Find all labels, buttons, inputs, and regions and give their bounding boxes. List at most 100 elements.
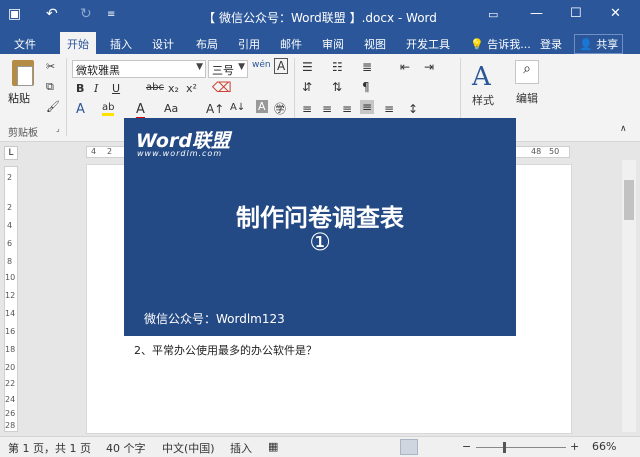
cut-icon[interactable]: ✂ [46,60,55,73]
font-name-select[interactable]: 微软雅黑 ▼ [72,60,206,78]
text-effects-icon[interactable]: A [76,102,85,117]
restore-button[interactable]: ☐ [570,6,582,21]
ruler-mark: 14 [5,309,16,318]
tab-insert[interactable]: 插入 [110,36,132,52]
redo-icon[interactable]: ↻ [80,6,92,22]
character-shading-icon[interactable]: A [256,100,268,113]
document-text[interactable]: 2、平常办公使用最多的办公软件是？ [134,342,317,358]
language-indicator[interactable]: 中文(中国) [162,440,215,456]
read-mode-icon[interactable] [366,439,384,455]
ruler-mark: 10 [5,273,16,282]
font-size-select[interactable]: 三号 ▼ [208,60,248,78]
ribbon-display-icon[interactable]: ▭ [488,8,498,21]
tell-me-label: 告诉我... [487,38,531,51]
chevron-down-icon: ▼ [238,62,245,72]
collapse-ribbon-icon[interactable]: ∧ [620,124,627,134]
bullets-icon[interactable]: ☰ [302,60,313,74]
login-link[interactable]: 登录 [540,36,562,52]
logo-url: www.wordlm.com [137,149,223,158]
card-number: ① [309,228,331,256]
line-spacing-icon[interactable]: ↕ [408,102,418,116]
styles-label[interactable]: 样式 [472,92,494,108]
ruler-mark: 50 [549,147,560,156]
align-right-icon[interactable]: ≡ [342,102,352,116]
tab-developer[interactable]: 开发工具 [406,36,450,52]
decrease-indent-icon[interactable]: ⇤ [400,60,410,74]
zoom-slider[interactable] [476,447,566,448]
search-icon[interactable]: ⌕ [515,60,539,84]
vertical-scrollbar[interactable] [622,160,636,432]
tab-design[interactable]: 设计 [152,36,174,52]
tab-selector[interactable]: L [4,146,18,160]
zoom-in-button[interactable]: + [570,440,579,453]
macro-record-icon[interactable]: ▦ [268,440,278,453]
tab-home[interactable]: 开始 [60,32,96,54]
page-count[interactable]: 第 1 页，共 1 页 [8,440,91,456]
justify-icon[interactable]: ≡ [360,100,375,114]
align-center-icon[interactable]: ≡ [322,102,332,116]
ruler-mark: 2 [7,173,13,182]
align-left-icon[interactable]: ≡ [302,102,312,116]
copy-icon[interactable]: ⧉ [46,80,54,94]
ruler-mark: 4 [91,147,97,156]
ruler-mark: 12 [5,291,16,300]
scroll-thumb[interactable] [624,180,634,220]
distributed-icon[interactable]: ≡ [384,102,394,116]
subscript-button[interactable]: x₂ [168,82,179,95]
tab-mailings[interactable]: 邮件 [280,36,302,52]
enclose-character-icon[interactable]: ㊫ [274,100,286,117]
shrink-font-icon[interactable]: A↓ [230,102,245,113]
increase-indent-icon[interactable]: ⇥ [424,60,434,74]
tab-view[interactable]: 视图 [364,36,386,52]
ruler-mark: 6 [7,239,13,248]
show-marks-icon[interactable]: ¶ [362,80,370,94]
character-border-icon[interactable]: A [274,58,289,74]
sort-icon[interactable]: ⇅ [332,80,342,94]
font-name-value: 微软雅黑 [76,64,120,77]
tell-me-search[interactable]: 💡 告诉我... [470,36,531,52]
underline-button[interactable]: U [112,82,120,95]
highlight-icon[interactable]: ab [102,102,115,116]
format-painter-icon[interactable]: 🖌 [46,100,60,113]
word-count[interactable]: 40 个字 [106,440,146,456]
clipboard-group-label: 剪贴板 [8,128,38,139]
paste-button[interactable]: 粘贴 [8,60,38,106]
card-footer: 微信公众号：Wordlm123 [144,312,285,326]
ruler-mark: 8 [7,257,13,266]
zoom-slider-thumb[interactable] [503,442,506,453]
tab-layout[interactable]: 布局 [196,36,218,52]
undo-icon[interactable]: ↶ [46,6,58,22]
customize-icon[interactable]: ≡ [107,9,115,20]
zoom-out-button[interactable]: − [462,440,471,453]
superscript-button[interactable]: x² [186,82,197,95]
ruler-mark: 16 [5,327,16,336]
phonetic-guide-icon[interactable]: wén [252,60,271,70]
minimize-button[interactable]: — [530,6,543,21]
ruler-mark: 4 [7,221,13,230]
italic-button[interactable]: I [94,82,98,95]
tab-references[interactable]: 引用 [238,36,260,52]
change-case-button[interactable]: Aa [164,102,178,115]
print-layout-icon[interactable] [400,439,418,455]
tab-review[interactable]: 审阅 [322,36,344,52]
zoom-level[interactable]: 66% [592,440,616,453]
styles-icon[interactable]: A [472,62,491,92]
chinese-layout-icon[interactable]: ⇵ [302,80,312,94]
strikethrough-button[interactable]: abc [146,82,164,93]
share-label: 共享 [596,38,619,51]
insert-mode[interactable]: 插入 [230,440,252,456]
tab-file[interactable]: 文件 [14,36,36,52]
ruler-mark: 28 [5,421,16,430]
close-button[interactable]: ✕ [610,6,621,21]
clear-formatting-icon[interactable]: ⌫ [212,80,232,96]
bold-button[interactable]: B [76,82,84,95]
multilevel-list-icon[interactable]: ≣ [362,60,372,74]
save-icon[interactable]: ▣ [8,6,21,22]
vertical-ruler[interactable]: 2 2 4 6 8 10 12 14 16 18 20 22 24 26 28 [4,166,18,432]
numbering-icon[interactable]: ☷ [332,60,343,74]
dialog-launcher-icon[interactable]: ⌟ [56,124,60,133]
grow-font-icon[interactable]: A↑ [206,102,224,116]
editing-label[interactable]: 编辑 [516,90,538,106]
share-button[interactable]: 👤 共享 [574,34,624,54]
web-layout-icon[interactable] [434,439,452,455]
